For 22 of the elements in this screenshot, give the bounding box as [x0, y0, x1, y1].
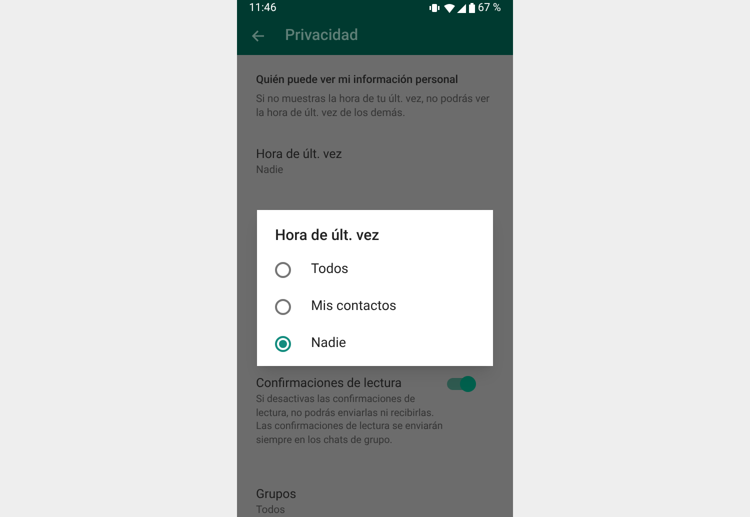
- toolbar-title: Privacidad: [285, 24, 358, 46]
- setting-value: Nadie: [256, 163, 284, 177]
- signal-icon: [456, 4, 466, 12]
- radio-button[interactable]: [275, 298, 291, 314]
- toggle-switch[interactable]: [446, 378, 474, 390]
- vibrate-icon: [428, 4, 440, 12]
- setting-title: Confirmaciones de lectura: [256, 376, 403, 392]
- dialog-title: Hora de últ. vez: [275, 225, 380, 245]
- setting-value: Todos: [256, 503, 286, 517]
- option-label[interactable]: Mis contactos: [311, 296, 396, 317]
- option-label[interactable]: Todos: [311, 259, 348, 280]
- battery-icon: [468, 3, 475, 13]
- radio-button[interactable]: [275, 336, 291, 352]
- back-arrow-icon[interactable]: [251, 28, 265, 42]
- radio-button[interactable]: [275, 262, 291, 278]
- section-description: Si no muestras la hora de tu últ. vez, no podrás ver la hora de últ. vez de los demás.: [256, 92, 491, 119]
- setting-description: Si desactivas las confirmaciones de lectura, no podrás enviarlas ni recibirlas. Las confirmaciones de lectura se enviarán siempre en los chats de grupo.: [256, 393, 444, 447]
- battery-level: 67 %: [478, 0, 501, 16]
- status-time: 11:46: [249, 0, 276, 16]
- option-label[interactable]: Nadie: [311, 333, 346, 354]
- wifi-icon: [444, 4, 455, 12]
- section-heading: Quién puede ver mi información personal: [256, 73, 460, 87]
